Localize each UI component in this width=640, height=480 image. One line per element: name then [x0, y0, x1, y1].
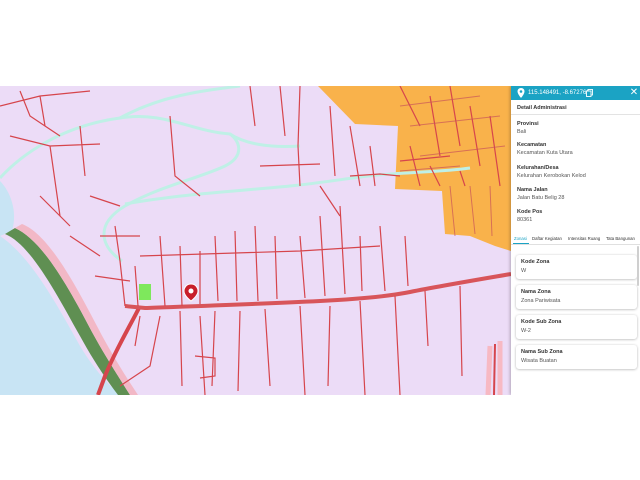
card-label: Nama Zona [521, 289, 551, 295]
field-value-kecamatan: Kecamatan Kuta Utara [517, 150, 573, 156]
zone-card-kode-sub-zona: Kode Sub Zona W-2 [516, 315, 637, 339]
field-value-kodepos: 80361 [517, 217, 533, 223]
tab-bar: Zonasi Daftar Kegiatan Intensitas Ruang … [511, 234, 640, 245]
card-label: Nama Sub Zona [521, 349, 563, 355]
copy-icon[interactable] [586, 89, 593, 97]
map-viewport[interactable]: 115.148491, -8.672761 ✕ Detail Administr… [0, 86, 640, 395]
field-label-provinsi: Provinsi [517, 121, 539, 127]
zone-card-nama-sub-zona: Nama Sub Zona Wisata Buatan [516, 345, 637, 369]
info-panel: 115.148491, -8.672761 ✕ Detail Administr… [511, 86, 640, 395]
field-value-provinsi: Bali [517, 129, 527, 135]
card-label: Kode Zona [521, 259, 550, 265]
card-label: Kode Sub Zona [521, 319, 562, 325]
panel-scrollbar[interactable] [637, 246, 639, 286]
field-value-kelurahan: Kelurahan Kerobokan Kelod [517, 173, 586, 179]
card-value: W [521, 268, 527, 274]
map-pin-icon [517, 88, 525, 98]
zone-card-kode-zona: Kode Zona W [516, 255, 637, 279]
divider [511, 114, 640, 115]
field-label-jalan: Nama Jalan [517, 187, 548, 193]
field-value-jalan: Jalan Batu Belig 28 [517, 195, 565, 201]
close-icon[interactable]: ✕ [628, 87, 640, 99]
field-label-kodepos: Kode Pos [517, 209, 543, 215]
section-title: Detail Administrasi [517, 105, 567, 111]
tab-tata-bangunan[interactable]: Tata Bangunan [606, 236, 635, 241]
zone-card-nama-zona: Nama Zona Zona Pariwisata [516, 285, 637, 309]
coordinates-text: 115.148491, -8.672761 [528, 90, 590, 96]
card-value: Wisata Buatan [521, 358, 557, 364]
active-tab-indicator [513, 243, 529, 244]
tab-zonasi[interactable]: Zonasi [514, 236, 527, 241]
field-label-kecamatan: Kecamatan [517, 142, 547, 148]
card-value: Zona Pariwisata [521, 298, 561, 304]
tab-daftar-kegiatan[interactable]: Daftar Kegiatan [532, 236, 562, 241]
card-value: W-2 [521, 328, 531, 334]
coordinate-bar: 115.148491, -8.672761 ✕ [511, 86, 640, 100]
green-parcel [139, 284, 151, 300]
tab-intensitas-ruang[interactable]: Intensitas Ruang [568, 236, 600, 241]
field-label-kelurahan: Kelurahan/Desa [517, 165, 559, 171]
edge-road-center [493, 343, 496, 395]
